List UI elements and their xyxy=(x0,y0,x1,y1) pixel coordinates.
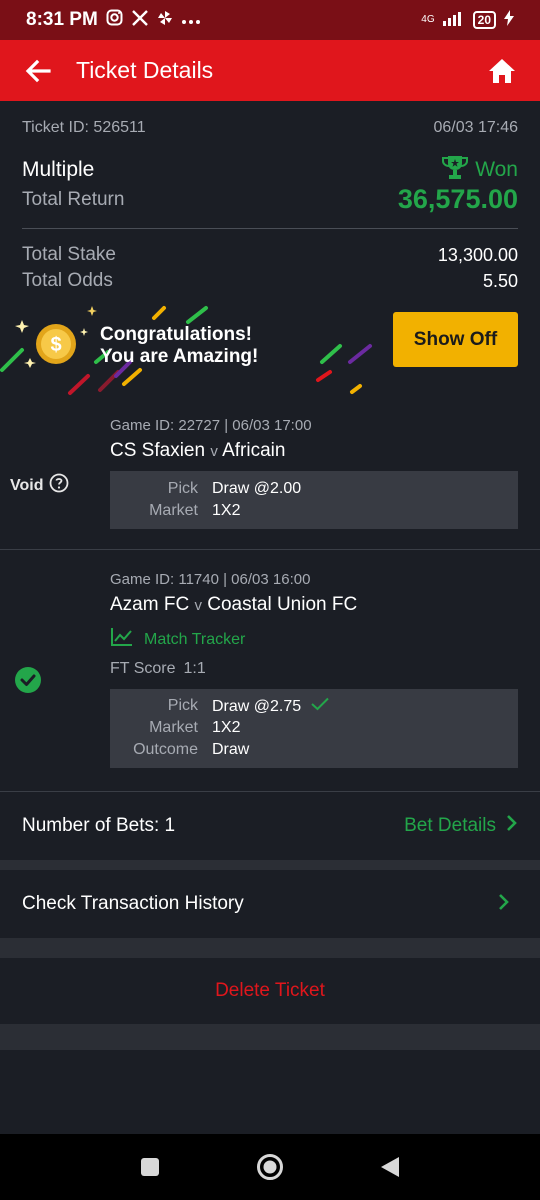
number-of-bets: Number of Bets: 1 xyxy=(22,815,176,836)
charging-icon xyxy=(504,9,514,31)
pick-box: Pick Draw @2.00 Market 1X2 xyxy=(110,471,518,529)
market-label: Market xyxy=(149,502,198,519)
battery-level: 20 xyxy=(477,13,491,27)
total-return-value: 36,575.00 xyxy=(397,184,518,214)
total-return-row: Total Return 36,575.00 xyxy=(22,184,518,215)
status-text: Won xyxy=(475,158,518,181)
match-tracker-label: Match Tracker xyxy=(144,630,246,648)
outcome-label: Outcome xyxy=(133,741,198,758)
x-icon xyxy=(131,9,149,32)
match-tracker-link[interactable]: Match Tracker xyxy=(110,627,245,652)
total-odds-value: 5.50 xyxy=(482,270,518,291)
market-label: Market xyxy=(149,719,198,736)
pick-row: Pick Draw @2.75 xyxy=(110,697,518,719)
status-bar: 8:31 PM 4G 20 xyxy=(0,0,540,40)
svg-text:$: $ xyxy=(50,334,61,356)
arrow-left-icon[interactable] xyxy=(18,51,58,91)
system-nav-bar xyxy=(0,1134,540,1200)
checkmark-icon xyxy=(311,697,329,716)
total-stake-value: 13,300.00 xyxy=(437,244,518,265)
game-id: Game ID: 11740 | 06/03 16:00 xyxy=(110,571,311,588)
ft-label: FT Score xyxy=(110,660,176,677)
trophy-icon xyxy=(441,154,469,186)
ticket-meta: Ticket ID: 526511 06/03 17:46 xyxy=(22,119,518,137)
network-label: 4G xyxy=(421,14,435,25)
transaction-history-row[interactable]: Check Transaction History xyxy=(0,870,540,938)
match-title: Azam FC v Coastal Union FC xyxy=(110,594,357,616)
pick-value: Draw @2.00 xyxy=(212,480,302,497)
delete-ticket-button[interactable]: Delete Ticket xyxy=(0,958,540,1024)
void-label: Void xyxy=(10,476,44,494)
check-circle-icon xyxy=(14,666,42,699)
battery-icon: 20 xyxy=(472,11,496,29)
match-title: CS Sfaxien v Africain xyxy=(110,440,285,462)
congrats-line2: You are Amazing! xyxy=(100,346,259,367)
pick-row: Pick Draw @2.00 xyxy=(110,480,518,502)
back-triangle-icon[interactable] xyxy=(375,1152,405,1182)
ft-score-value: 1:1 xyxy=(183,660,206,677)
market-value: 1X2 xyxy=(212,502,241,519)
pick-label: Pick xyxy=(167,697,198,714)
chevron-right-icon xyxy=(506,814,518,838)
bets-row: Number of Bets: 1 Bet Details xyxy=(0,792,540,860)
app-bar: Ticket Details xyxy=(0,40,540,101)
recents-icon[interactable] xyxy=(135,1152,165,1182)
status-time: 8:31 PM xyxy=(26,9,98,30)
pick-value: Draw @2.75 xyxy=(212,697,302,715)
congrats-line1: Congratulations! xyxy=(100,324,252,345)
bet-details-link[interactable]: Bet Details xyxy=(404,814,518,838)
total-return-label: Total Return xyxy=(22,188,125,210)
chart-line-icon xyxy=(110,627,134,652)
outcome-value: Draw xyxy=(212,741,250,758)
more-dots-icon xyxy=(181,10,201,30)
ticket-datetime: 06/03 17:46 xyxy=(433,119,518,136)
outcome-row: Outcome Draw xyxy=(110,741,518,763)
congrats-text: Congratulations! You are Amazing! xyxy=(100,324,258,368)
pick-box: Pick Draw @2.75 Market 1X2 Outcome Draw xyxy=(110,689,518,768)
total-stake-row: Total Stake 13,300.00 xyxy=(22,244,518,266)
ticket-id: Ticket ID: 526511 xyxy=(22,119,146,136)
bet-details-label: Bet Details xyxy=(404,815,496,836)
vs-label: v xyxy=(210,443,218,460)
show-off-button[interactable]: Show Off xyxy=(393,312,518,367)
instagram-icon xyxy=(106,9,123,31)
pinwheel-icon xyxy=(157,10,173,31)
section-gap xyxy=(0,860,540,870)
total-odds-row: Total Odds 5.50 xyxy=(22,270,518,292)
section-gap xyxy=(0,938,540,958)
vs-label: v xyxy=(194,597,202,614)
status-badge: Won xyxy=(441,154,518,186)
market-row: Market 1X2 xyxy=(110,502,518,524)
transaction-history-label: Check Transaction History xyxy=(22,893,244,914)
divider xyxy=(22,228,518,229)
void-status[interactable]: Void xyxy=(10,473,69,498)
ticket-type: Multiple xyxy=(22,158,95,181)
total-odds-label: Total Odds xyxy=(22,270,113,291)
chevron-right-icon xyxy=(498,893,510,916)
section-gap xyxy=(0,1024,540,1050)
home-team: Azam FC xyxy=(110,594,190,615)
game-id: Game ID: 22727 | 06/03 17:00 xyxy=(110,417,312,434)
pick-label: Pick xyxy=(167,480,198,497)
home-icon[interactable] xyxy=(482,51,522,91)
market-value: 1X2 xyxy=(212,719,241,736)
total-stake-label: Total Stake xyxy=(22,244,116,265)
home-team: CS Sfaxien xyxy=(110,440,206,461)
ticket-type-row: Multiple Won xyxy=(22,154,518,186)
away-team: Africain xyxy=(222,440,286,461)
ft-score: FT Score 1:1 xyxy=(110,660,206,678)
signal-icon xyxy=(442,10,465,31)
page-title: Ticket Details xyxy=(76,57,214,83)
help-icon[interactable] xyxy=(49,473,69,498)
market-row: Market 1X2 xyxy=(110,719,518,741)
divider xyxy=(0,549,540,550)
away-team: Coastal Union FC xyxy=(207,594,358,615)
home-circle-icon[interactable] xyxy=(255,1152,285,1182)
